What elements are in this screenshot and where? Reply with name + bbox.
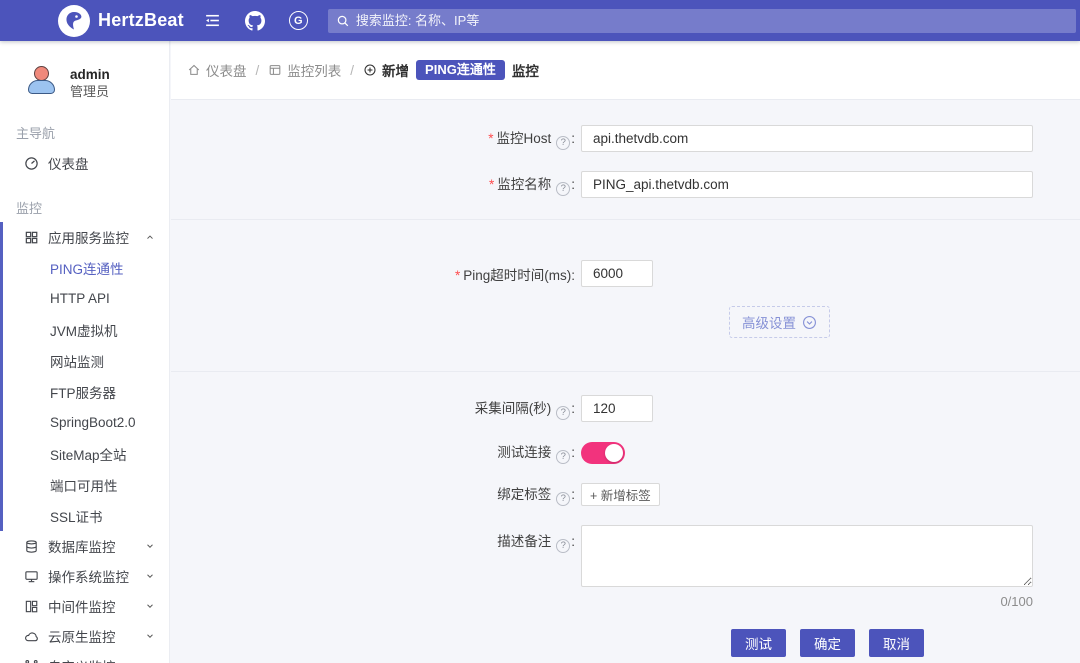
char-counter: 0/100 (1000, 594, 1033, 609)
sidebar-item-springboot[interactable]: SpringBoot2.0 (3, 407, 169, 438)
hertzbeat-logo-icon (58, 4, 90, 37)
test-connect-label: 测试连接?: (497, 445, 575, 464)
description-label: 描述备注?: (497, 534, 575, 553)
avatar (22, 63, 60, 103)
monitor-name-input[interactable] (581, 171, 1033, 198)
sidebar-item-app-service[interactable]: 应用服务监控 (3, 222, 169, 252)
middleware-icon (24, 599, 39, 614)
chevron-down-icon (145, 571, 155, 581)
description-textarea[interactable] (581, 525, 1033, 587)
interval-label: 采集间隔(秒)?: (474, 401, 575, 420)
breadcrumb-add: 新增 (363, 60, 409, 80)
breadcrumb: 仪表盘 / 监控列表 / 新增 PING连通性 监控 (171, 41, 1080, 100)
sidebar-item-ping[interactable]: PING连通性 (3, 252, 169, 283)
search-input[interactable] (327, 8, 1076, 33)
app-service-submenu: 应用服务监控 PING连通性 HTTP API JVM虚拟机 网站监测 FTP服… (0, 222, 169, 531)
sidebar-item-sitemap[interactable]: SiteMap全站 (3, 438, 169, 469)
brand[interactable]: HertzBeat (0, 4, 184, 37)
chevron-down-icon (145, 631, 155, 641)
github-icon[interactable] (244, 10, 265, 31)
sidebar-item-http-api[interactable]: HTTP API (3, 283, 169, 314)
help-icon[interactable]: ? (556, 136, 571, 150)
user-name: admin (70, 67, 110, 82)
test-button[interactable]: 测试 (731, 629, 786, 657)
sidebar-item-cloud-native[interactable]: 云原生监控 (0, 621, 169, 651)
monitor-list-icon (269, 65, 281, 75)
add-tag-button[interactable]: + 新增标签 (581, 483, 660, 506)
help-icon[interactable]: ? (556, 450, 571, 464)
common-params-section: 采集间隔(秒)?: 测试连接?: 绑定标签?: + 新增标签 描述 (171, 372, 1080, 663)
chevron-down-icon (145, 601, 155, 611)
sidebar-item-os[interactable]: 操作系统监控 (0, 561, 169, 591)
menu-fold-icon[interactable] (204, 12, 221, 29)
os-icon (24, 569, 39, 584)
breadcrumb-suffix: 监控 (511, 64, 539, 79)
breadcrumb-monitor-list[interactable]: 监控列表 (268, 60, 341, 80)
advanced-settings-button[interactable]: 高级设置 (729, 306, 830, 338)
chevron-down-circle-icon (803, 315, 816, 329)
monitor-type-badge: PING连通性 (416, 60, 505, 80)
sidebar: admin 管理员 主导航 仪表盘 监控 应用服务监控 PING连通性 HTTP… (0, 41, 170, 663)
sidebar-item-ftp[interactable]: FTP服务器 (3, 376, 169, 407)
help-icon[interactable]: ? (556, 406, 571, 420)
help-icon[interactable]: ? (556, 492, 571, 506)
sidebar-item-port[interactable]: 端口可用性 (3, 469, 169, 500)
tags-label: 绑定标签?: (497, 487, 575, 506)
sidebar-item-custom[interactable]: 自定义监控 (0, 651, 169, 663)
help-icon[interactable]: ? (556, 539, 571, 553)
breadcrumb-dashboard[interactable]: 仪表盘 (187, 60, 247, 80)
gitee-icon[interactable]: G (288, 11, 308, 30)
basic-params-section: *监控Host?: *监控名称?: (171, 100, 1080, 220)
nav-group-label: 主导航 (16, 126, 56, 141)
sidebar-item-dashboard[interactable]: 仪表盘 (0, 148, 169, 178)
cloud-icon (24, 629, 39, 644)
chevron-down-icon (145, 541, 155, 551)
appstore-icon (24, 230, 39, 245)
sidebar-item-middleware[interactable]: 中间件监控 (0, 591, 169, 621)
sidebar-item-jvm[interactable]: JVM虚拟机 (3, 314, 169, 345)
main-content: 仪表盘 / 监控列表 / 新增 PING连通性 监控 * 监控Host?: ap… (171, 0, 1080, 663)
user-role: 管理员 (70, 84, 110, 99)
ping-timeout-input[interactable] (581, 260, 653, 287)
confirm-button[interactable]: 确定 (800, 629, 855, 657)
user-block[interactable]: admin 管理员 (0, 41, 169, 103)
cancel-button[interactable]: 取消 (869, 629, 924, 657)
brand-title: HertzBeat (98, 10, 184, 30)
chevron-up-icon (145, 232, 155, 242)
name-label: * 监控名称?: (488, 177, 575, 196)
sidebar-item-database[interactable]: 数据库监控 (0, 531, 169, 561)
search-icon (336, 14, 350, 28)
monitor-group-label: 监控 (16, 201, 43, 216)
custom-icon (24, 659, 39, 663)
sidebar-item-ssl[interactable]: SSL证书 (3, 500, 169, 531)
home-icon (188, 64, 200, 75)
dashboard-icon (24, 156, 39, 171)
interval-input[interactable] (581, 395, 653, 422)
host-input[interactable] (581, 125, 1033, 152)
host-label: * 监控Host?: (488, 131, 575, 150)
test-connect-toggle[interactable] (581, 441, 625, 464)
plus-circle-icon (364, 64, 376, 76)
top-navbar: HertzBeat G (0, 0, 1080, 41)
sidebar-item-website[interactable]: 网站监测 (3, 345, 169, 376)
help-icon[interactable]: ? (556, 182, 571, 196)
form-actions: 测试 确定 取消 (731, 629, 1080, 657)
database-icon (24, 539, 39, 554)
timeout-label: * Ping超时时间(ms): (454, 267, 575, 283)
protocol-params-section: *Ping超时时间(ms): 高级设置 (171, 220, 1080, 372)
